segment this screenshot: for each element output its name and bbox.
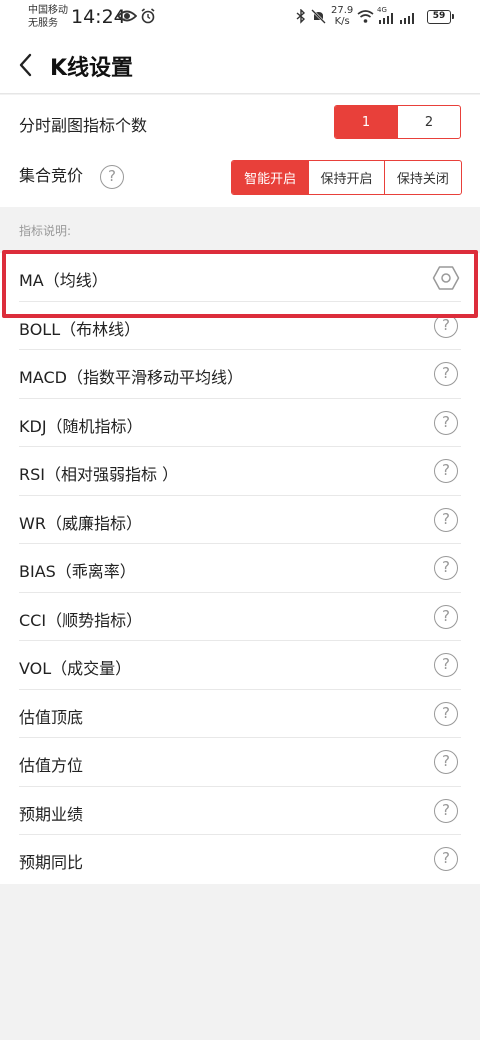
indicator-item-ma[interactable]: MA（均线）	[0, 253, 480, 302]
indicator-label: BOLL（布林线）	[19, 319, 141, 339]
mute-icon	[311, 9, 326, 24]
indicator-label: 预期业绩	[19, 804, 84, 824]
auction-mode-selector: 智能开启 保持开启 保持关闭	[231, 160, 462, 195]
help-icon[interactable]: ?	[434, 750, 458, 774]
indicator-list: MA（均线） BOLL（布林线） ? MACD（指数平滑移动平均线） ? KDJ…	[0, 253, 480, 884]
settings-hexagon-icon[interactable]	[432, 265, 460, 291]
help-icon[interactable]: ?	[434, 653, 458, 677]
indicator-label: 预期同比	[19, 853, 84, 872]
keep-off-button[interactable]: 保持关闭	[383, 161, 461, 194]
auction-label: 集合竞价	[19, 166, 84, 185]
auction-help-icon[interactable]: ?	[100, 165, 124, 189]
help-icon[interactable]: ?	[434, 556, 458, 580]
indicator-label: CCI（顺势指标）	[19, 610, 143, 630]
net-speed: 27.9 K/s	[331, 5, 353, 27]
indicator-section-label: 指标说明:	[19, 224, 72, 238]
indicator-item-vol[interactable]: VOL（成交量） ?	[0, 641, 480, 690]
indicator-item-bias[interactable]: BIAS（乖离率） ?	[0, 544, 480, 593]
net-speed-value: 27.9	[331, 5, 354, 16]
wifi-icon	[357, 10, 374, 23]
indicator-label: VOL（成交量）	[19, 659, 132, 678]
auction-row: 集合竞价 ? 智能开启 保持开启 保持关闭	[0, 151, 480, 207]
eye-icon	[117, 10, 137, 22]
indicator-item-rsi[interactable]: RSI（相对强弱指标 ） ?	[0, 447, 480, 496]
help-icon[interactable]: ?	[434, 313, 458, 338]
carrier-service: 无服务	[28, 18, 58, 29]
status-bar: 中国移动 无服务 14:24 27.9 K/s 4G 59	[0, 0, 480, 36]
carrier-info: 中国移动 无服务	[28, 4, 68, 30]
net-speed-unit: K/s	[334, 16, 350, 27]
indicator-item-valuation-position[interactable]: 估值方位 ?	[0, 738, 480, 787]
chevron-left-icon[interactable]	[14, 52, 40, 78]
help-icon[interactable]: ?	[434, 604, 458, 629]
sub-chart-count-label: 分时副图指标个数	[19, 116, 148, 135]
indicator-label: WR（威廉指标）	[19, 513, 142, 533]
sub-chart-count-row: 分时副图指标个数 1 2	[0, 95, 480, 151]
help-icon[interactable]: ?	[434, 701, 458, 726]
option-1-button[interactable]: 1	[335, 106, 397, 138]
alarm-icon	[141, 8, 155, 24]
indicator-label: MACD（指数平滑移动平均线）	[19, 368, 243, 387]
indicator-item-macd[interactable]: MACD（指数平滑移动平均线） ?	[0, 350, 480, 399]
header: K线设置	[0, 36, 480, 94]
help-icon[interactable]: ?	[434, 410, 458, 435]
option-2-button[interactable]: 2	[397, 106, 460, 138]
page-title: K线设置	[50, 56, 134, 81]
indicator-label: 估值方位	[19, 756, 84, 775]
indicator-label: RSI（相对强弱指标 ）	[19, 465, 179, 484]
indicator-item-boll[interactable]: BOLL（布林线） ?	[0, 302, 480, 350]
help-icon[interactable]: ?	[434, 459, 458, 483]
keep-on-button[interactable]: 保持开启	[308, 161, 383, 194]
help-icon[interactable]: ?	[434, 507, 458, 532]
help-icon[interactable]: ?	[434, 362, 458, 386]
smart-on-button[interactable]: 智能开启	[232, 161, 309, 194]
sub-chart-count-selector: 1 2	[334, 105, 461, 139]
indicator-item-cci[interactable]: CCI（顺势指标） ?	[0, 593, 480, 641]
signal-icon	[379, 13, 393, 24]
battery-icon: 59	[427, 10, 454, 24]
help-icon[interactable]: ?	[434, 798, 458, 823]
help-icon[interactable]: ?	[434, 847, 458, 871]
indicator-item-valuation-top-bottom[interactable]: 估值顶底 ?	[0, 690, 480, 738]
indicator-item-expected-yoy[interactable]: 预期同比 ?	[0, 835, 480, 884]
indicator-item-kdj[interactable]: KDJ（随机指标） ?	[0, 399, 480, 447]
indicator-item-expected-earnings[interactable]: 预期业绩 ?	[0, 787, 480, 835]
carrier-name: 中国移动	[28, 5, 68, 16]
indicator-label: 估值顶底	[19, 707, 84, 727]
signal-icon	[400, 13, 414, 24]
indicator-label: MA（均线）	[19, 271, 108, 290]
indicator-label: KDJ（随机指标）	[19, 416, 143, 436]
indicator-item-wr[interactable]: WR（威廉指标） ?	[0, 496, 480, 544]
indicator-label: BIAS（乖离率）	[19, 562, 136, 581]
bluetooth-icon	[296, 9, 306, 24]
